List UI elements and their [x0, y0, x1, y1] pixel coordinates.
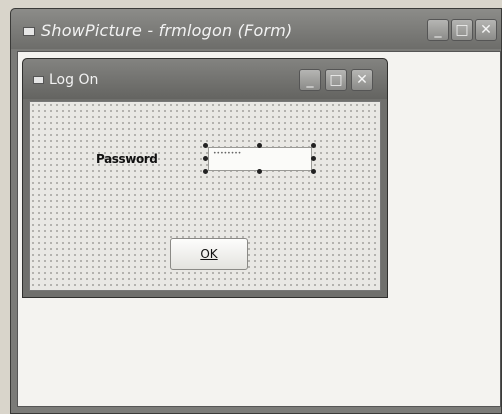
minimize-button[interactable]: _: [427, 19, 449, 41]
password-label[interactable]: Password: [96, 152, 158, 166]
password-value: ••••••••: [213, 150, 242, 157]
form-title: Log On: [49, 72, 99, 88]
close-button[interactable]: ✕: [475, 19, 497, 41]
selection-handle[interactable]: [203, 156, 208, 161]
maximize-button[interactable]: □: [451, 19, 473, 41]
selection-handle[interactable]: [203, 143, 208, 148]
selection-handle[interactable]: [257, 169, 262, 174]
form-design-surface[interactable]: Password •••••••• OK: [29, 101, 381, 291]
selection-handle[interactable]: [311, 156, 316, 161]
password-textbox[interactable]: ••••••••: [208, 147, 312, 171]
mdi-window-title: ShowPicture - frmlogon (Form): [41, 21, 293, 40]
ok-button[interactable]: OK: [170, 238, 248, 270]
window-menu-icon[interactable]: [23, 27, 35, 36]
selection-handle[interactable]: [203, 169, 208, 174]
form-close-button[interactable]: ✕: [351, 69, 373, 91]
selection-handle[interactable]: [311, 169, 316, 174]
window-menu-icon[interactable]: [33, 76, 44, 84]
form-title-bar[interactable]: Log On _ □ ✕: [23, 59, 387, 99]
form-minimize-button[interactable]: _: [299, 69, 321, 91]
selection-handle[interactable]: [311, 143, 316, 148]
selection-handle[interactable]: [257, 143, 262, 148]
form-maximize-button[interactable]: □: [325, 69, 347, 91]
logon-form-window[interactable]: Log On _ □ ✕ Password •••••••• OK: [22, 58, 388, 298]
mdi-title-bar[interactable]: ShowPicture - frmlogon (Form) _ □ ✕: [11, 9, 501, 49]
